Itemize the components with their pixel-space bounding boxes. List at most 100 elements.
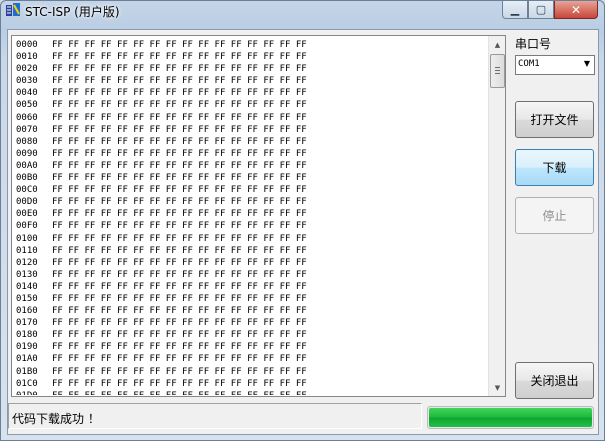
- hex-bytes: FF FF FF FF FF FF FF FF FF FF FF FF FF F…: [52, 221, 307, 232]
- stop-button[interactable]: 停止: [515, 197, 594, 234]
- hex-address: 0010: [16, 52, 38, 63]
- hex-address: 0060: [16, 112, 38, 123]
- hex-address: 0190: [16, 342, 38, 353]
- hex-address: 0140: [16, 281, 38, 292]
- app-window: STC-ISP (用户版) ▁ ▢ ✕ 0000 FF FF FF FF FF F…: [0, 0, 605, 441]
- hex-address: 0110: [16, 245, 38, 256]
- hex-address: 0120: [16, 257, 38, 268]
- hex-row: 0080 FF FF FF FF FF FF FF FF FF FF FF FF …: [16, 136, 488, 148]
- hex-bytes: FF FF FF FF FF FF FF FF FF FF FF FF FF F…: [52, 281, 307, 292]
- hex-row: 0020 FF FF FF FF FF FF FF FF FF FF FF FF …: [16, 63, 488, 75]
- maximize-button[interactable]: ▢: [528, 1, 554, 19]
- title-bar[interactable]: STC-ISP (用户版) ▁ ▢ ✕: [1, 1, 604, 22]
- hex-address: 00E0: [16, 209, 38, 220]
- stc-isp-app-icon: [6, 3, 20, 16]
- hex-bytes: FF FF FF FF FF FF FF FF FF FF FF FF FF F…: [52, 391, 307, 395]
- chevron-down-icon: ▼: [583, 59, 590, 68]
- hex-bytes: FF FF FF FF FF FF FF FF FF FF FF FF FF F…: [52, 185, 307, 196]
- hex-bytes: FF FF FF FF FF FF FF FF FF FF FF FF FF F…: [52, 40, 307, 50]
- hex-bytes: FF FF FF FF FF FF FF FF FF FF FF FF FF F…: [52, 293, 307, 304]
- maximize-icon: ▢: [535, 3, 547, 16]
- minimize-icon: ▁: [510, 3, 520, 16]
- hex-row: 01D0FF FF FF FF FF FF FF FF FF FF FF FF …: [16, 390, 488, 395]
- hex-row: 0190 FF FF FF FF FF FF FF FF FF FF FF FF …: [16, 341, 488, 353]
- hex-bytes: FF FF FF FF FF FF FF FF FF FF FF FF FF F…: [52, 233, 307, 244]
- caption-buttons: ▁ ▢ ✕: [502, 1, 598, 19]
- hex-address: 0150: [16, 293, 38, 304]
- hex-bytes: FF FF FF FF FF FF FF FF FF FF FF FF FF F…: [52, 378, 307, 389]
- hex-viewer[interactable]: 0000 FF FF FF FF FF FF FF FF FF FF FF FF …: [11, 35, 506, 397]
- hex-row: 0100 FF FF FF FF FF FF FF FF FF FF FF FF …: [16, 233, 488, 245]
- serial-port-value: COM1: [518, 59, 540, 69]
- status-bar: 代码下载成功 ！: [8, 403, 422, 429]
- scroll-down-arrow-icon[interactable]: ▼: [490, 380, 505, 395]
- minimize-button[interactable]: ▁: [502, 1, 528, 19]
- hex-bytes: FF FF FF FF FF FF FF FF FF FF FF FF FF F…: [52, 306, 307, 317]
- hex-bytes: FF FF FF FF FF FF FF FF FF FF FF FF FF F…: [52, 100, 307, 111]
- close-button[interactable]: ✕: [554, 1, 598, 19]
- hex-row: 00C0 FF FF FF FF FF FF FF FF FF FF FF FF …: [16, 184, 488, 196]
- thumb-grip-line: [495, 70, 500, 71]
- hex-bytes: FF FF FF FF FF FF FF FF FF FF FF FF FF F…: [52, 173, 307, 184]
- hex-address: 00C0: [16, 185, 38, 196]
- hex-address: 00D0: [16, 197, 38, 208]
- hex-row: 0130 FF FF FF FF FF FF FF FF FF FF FF FF …: [16, 269, 488, 281]
- hex-row: 0150 FF FF FF FF FF FF FF FF FF FF FF FF …: [16, 293, 488, 305]
- hex-address: 00A0: [16, 160, 38, 171]
- hex-address: 01B0: [16, 366, 38, 377]
- hex-row: 0110 FF FF FF FF FF FF FF FF FF FF FF FF …: [16, 245, 488, 257]
- serial-port-label: 串口号: [515, 37, 552, 51]
- thumb-grip-line: [495, 73, 500, 74]
- hex-address: 01A0: [16, 354, 38, 365]
- scroll-thumb[interactable]: [490, 54, 505, 88]
- hex-row: 00F0 FF FF FF FF FF FF FF FF FF FF FF FF …: [16, 220, 488, 232]
- hex-address: 0090: [16, 148, 38, 159]
- hex-bytes: FF FF FF FF FF FF FF FF FF FF FF FF FF F…: [52, 269, 307, 280]
- hex-address: 0170: [16, 318, 38, 329]
- hex-row: 00E0 FF FF FF FF FF FF FF FF FF FF FF FF …: [16, 208, 488, 220]
- close-exit-button[interactable]: 关闭退出: [515, 362, 594, 399]
- hex-bytes: FF FF FF FF FF FF FF FF FF FF FF FF FF F…: [52, 342, 307, 353]
- window-title: STC-ISP (用户版): [25, 5, 120, 19]
- hex-bytes: FF FF FF FF FF FF FF FF FF FF FF FF FF F…: [52, 160, 307, 171]
- hex-bytes: FF FF FF FF FF FF FF FF FF FF FF FF FF F…: [52, 209, 307, 220]
- hex-address: 0000: [16, 40, 38, 50]
- hex-row: 01C0 FF FF FF FF FF FF FF FF FF FF FF FF …: [16, 378, 488, 390]
- hex-address: 0070: [16, 124, 38, 135]
- hex-bytes: FF FF FF FF FF FF FF FF FF FF FF FF FF F…: [52, 136, 307, 147]
- hex-row: 0040 FF FF FF FF FF FF FF FF FF FF FF FF …: [16, 87, 488, 99]
- download-button[interactable]: 下载: [515, 149, 594, 186]
- hex-bytes: FF FF FF FF FF FF FF FF FF FF FF FF FF F…: [52, 76, 307, 87]
- hex-address: 0040: [16, 88, 38, 99]
- hex-bytes: FF FF FF FF FF FF FF FF FF FF FF FF FF F…: [52, 64, 307, 75]
- hex-bytes: FF FF FF FF FF FF FF FF FF FF FF FF FF F…: [52, 330, 307, 341]
- thumb-grip-line: [495, 67, 500, 68]
- hex-bytes: FF FF FF FF FF FF FF FF FF FF FF FF FF F…: [52, 88, 307, 99]
- hex-address: 01D0: [16, 390, 52, 395]
- hex-lines: 0000 FF FF FF FF FF FF FF FF FF FF FF FF …: [16, 39, 488, 395]
- hex-bytes: FF FF FF FF FF FF FF FF FF FF FF FF FF F…: [52, 148, 307, 159]
- progress-bar: [427, 406, 594, 429]
- hex-bytes: FF FF FF FF FF FF FF FF FF FF FF FF FF F…: [52, 112, 307, 123]
- hex-address: 00B0: [16, 173, 38, 184]
- hex-bytes: FF FF FF FF FF FF FF FF FF FF FF FF FF F…: [52, 257, 307, 268]
- hex-address: 0030: [16, 76, 38, 87]
- hex-row: 0090 FF FF FF FF FF FF FF FF FF FF FF FF …: [16, 148, 488, 160]
- open-file-button[interactable]: 打开文件: [515, 101, 594, 138]
- progress-fill: [429, 408, 592, 427]
- serial-port-select[interactable]: COM1 ▼: [515, 55, 595, 75]
- status-message: 代码下载成功 ！: [12, 412, 100, 426]
- vertical-scrollbar[interactable]: ▲ ▼: [488, 36, 505, 396]
- hex-address: 0050: [16, 100, 38, 111]
- client-area: 0000 FF FF FF FF FF FF FF FF FF FF FF FF …: [7, 29, 599, 435]
- hex-bytes: FF FF FF FF FF FF FF FF FF FF FF FF FF F…: [52, 318, 307, 329]
- hex-row: 0170 FF FF FF FF FF FF FF FF FF FF FF FF …: [16, 317, 488, 329]
- scroll-up-arrow-icon[interactable]: ▲: [490, 37, 505, 52]
- hex-bytes: FF FF FF FF FF FF FF FF FF FF FF FF FF F…: [52, 245, 307, 256]
- hex-bytes: FF FF FF FF FF FF FF FF FF FF FF FF FF F…: [52, 354, 307, 365]
- hex-address: 0130: [16, 269, 38, 280]
- close-icon: ✕: [570, 2, 582, 17]
- hex-row: 0160 FF FF FF FF FF FF FF FF FF FF FF FF …: [16, 305, 488, 317]
- hex-row: 0000 FF FF FF FF FF FF FF FF FF FF FF FF …: [16, 39, 488, 51]
- hex-row: 0140 FF FF FF FF FF FF FF FF FF FF FF FF …: [16, 281, 488, 293]
